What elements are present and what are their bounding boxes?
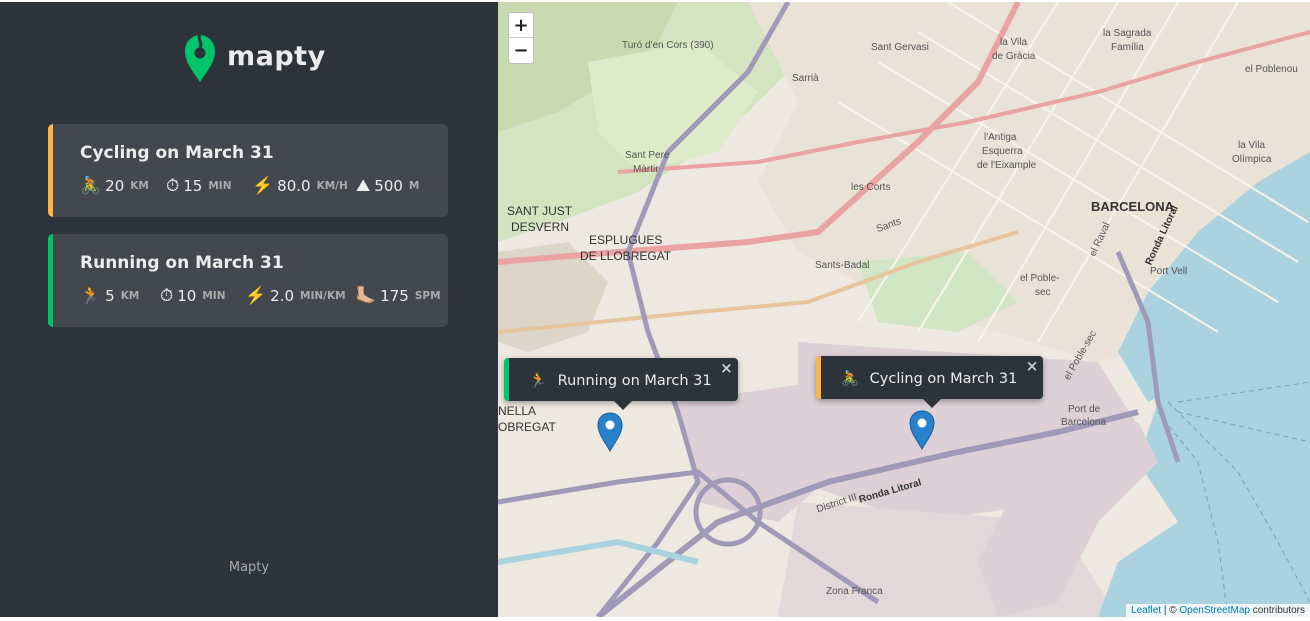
map-label-vila-olimpica: la Vila — [1238, 140, 1266, 151]
map-marker-icon[interactable] — [909, 410, 935, 450]
logo: mapty — [183, 32, 326, 84]
detail-unit: km/h — [316, 180, 348, 192]
map-label-port-vell: Port Vell — [1150, 266, 1188, 277]
map-label-esplugues: ESPLUGUES — [589, 233, 663, 247]
runner-icon: 🏃 — [80, 285, 102, 306]
map-label-familia: Família — [1111, 42, 1144, 53]
map-attribution: Leaflet | © OpenStreetMap contributors — [1126, 604, 1310, 617]
map-label-sarria: Sarrià — [792, 73, 819, 84]
map-label-olimpica: Olímpica — [1232, 154, 1272, 165]
workout-item-running[interactable]: Running on March 31 🏃 5 km ⏱ 10 min ⚡️ — [48, 234, 448, 327]
workout-detail-duration: ⏱ 10 min — [160, 287, 245, 305]
brand-name: mapty — [227, 40, 326, 72]
workout-details: 🏃 5 km ⏱ 10 min ⚡️ 2.0 min/km — [80, 287, 448, 305]
map-label-el-poblenou: el Poblenou — [1245, 64, 1298, 75]
zoom-out-button[interactable]: − — [509, 38, 533, 63]
map-label-sant-pere: Sant Pere — [625, 150, 670, 161]
map-label-port-de: Port de — [1068, 404, 1101, 415]
workout-list: Cycling on March 31 🚴 20 km ⏱ 15 min ⚡️ — [48, 124, 448, 344]
detail-unit: m — [408, 180, 420, 192]
map-pin-logo-icon — [185, 33, 215, 82]
map-label-turo: Turó d'en Cors (390) — [622, 40, 714, 51]
detail-unit: min/km — [300, 290, 346, 302]
workout-details: 🚴 20 km ⏱ 15 min ⚡️ 80.0 km/h — [80, 177, 448, 195]
lightning-icon: ⚡️ — [252, 175, 274, 196]
map[interactable]: BARCELONA SANT JUST DESVERN ESPLUGUES DE… — [498, 2, 1310, 617]
map-label-sant-gervasi: Sant Gervasi — [871, 42, 929, 53]
detail-unit: min — [202, 290, 226, 302]
workout-item-cycling[interactable]: Cycling on March 31 🚴 20 km ⏱ 15 min ⚡️ — [48, 124, 448, 217]
map-marker-icon[interactable] — [597, 412, 623, 452]
footer-text: Mapty — [228, 560, 270, 575]
workout-detail-speed: ⚡️ 80.0 km/h — [252, 177, 356, 195]
map-label-nella: NELLA — [498, 404, 537, 418]
close-icon[interactable]: × — [1026, 359, 1039, 374]
map-label-martir: Màrtir — [633, 164, 659, 175]
popup-running[interactable]: 🏃 Running on March 31 × — [504, 358, 738, 410]
sidebar: mapty Cycling on March 31 🚴 20 km ⏱ 15 m… — [0, 2, 498, 617]
detail-value: 15 — [183, 177, 203, 195]
detail-value: 175 — [380, 287, 409, 305]
map-label-poble-sec: el Poble- — [1020, 273, 1060, 284]
detail-unit: spm — [414, 290, 441, 302]
map-label-de-gracia: de Gràcia — [992, 51, 1036, 62]
workout-detail-distance: 🏃 5 km — [80, 287, 160, 305]
detail-value: 20 — [105, 177, 125, 195]
popup-cycling[interactable]: 🚴 Cycling on March 31 × — [816, 356, 1044, 408]
map-label-zona-franca: Zona Franca — [826, 586, 883, 597]
map-label-les-corts: les Corts — [851, 182, 891, 193]
map-label-sants-badal: Sants-Badal — [815, 260, 870, 271]
detail-value: 80.0 — [277, 177, 311, 195]
detail-unit: km — [120, 290, 140, 302]
map-label-la-vila: la Vila — [1000, 37, 1028, 48]
close-icon[interactable]: × — [720, 361, 733, 376]
lightning-icon: ⚡️ — [245, 285, 267, 306]
foot-icon: 🦶🏼 — [355, 285, 377, 306]
osm-link[interactable]: OpenStreetMap — [1179, 605, 1250, 616]
map-tiles[interactable] — [498, 2, 1310, 617]
map-label-esquerra: Esquerra — [982, 146, 1023, 157]
runner-icon: 🏃 — [529, 373, 548, 389]
detail-value: 500 — [374, 177, 403, 195]
mountain-icon: ⛰ — [356, 175, 371, 196]
workout-detail-elevation: ⛰ 500 m — [356, 177, 419, 195]
attribution-separator: | © — [1161, 605, 1180, 616]
leaflet-link[interactable]: Leaflet — [1131, 605, 1161, 616]
detail-unit: min — [208, 180, 232, 192]
map-label-antiga: l'Antiga — [984, 132, 1017, 143]
cyclist-icon: 🚴 — [80, 175, 102, 196]
zoom-control: + − — [508, 12, 534, 64]
stopwatch-icon: ⏱ — [166, 175, 180, 196]
popup-text: Running on March 31 — [557, 373, 712, 389]
map-label-obregat: OBREGAT — [498, 420, 556, 434]
cyclist-icon: 🚴 — [841, 371, 860, 387]
map-label-la-sagrada: la Sagrada — [1103, 28, 1152, 39]
detail-value: 5 — [105, 287, 115, 305]
map-label-port-barcelona: Barcelona — [1061, 417, 1107, 428]
workout-title: Cycling on March 31 — [80, 143, 274, 163]
workout-title: Running on March 31 — [80, 253, 284, 273]
map-label-sec: sec — [1035, 287, 1051, 298]
zoom-in-button[interactable]: + — [509, 13, 533, 38]
workout-detail-duration: ⏱ 15 min — [166, 177, 252, 195]
attribution-contributors: contributors — [1249, 605, 1305, 616]
map-label-barcelona: BARCELONA — [1091, 199, 1175, 214]
detail-unit: km — [130, 180, 149, 192]
popup-text: Cycling on March 31 — [869, 371, 1018, 387]
detail-value: 10 — [177, 287, 197, 305]
map-label-sant-just: SANT JUST — [507, 204, 573, 218]
map-label-desvern: DESVERN — [511, 220, 570, 234]
app-container: mapty Cycling on March 31 🚴 20 km ⏱ 15 m… — [0, 2, 1310, 617]
detail-value: 2.0 — [270, 287, 295, 305]
map-label-eixample: de l'Eixample — [977, 160, 1037, 171]
workout-detail-cadence: 🦶🏼 175 spm — [355, 287, 441, 305]
workout-detail-distance: 🚴 20 km — [80, 177, 166, 195]
stopwatch-icon: ⏱ — [160, 285, 174, 306]
map-label-de-llobregat: DE LLOBREGAT — [580, 249, 672, 263]
workout-detail-pace: ⚡️ 2.0 min/km — [245, 287, 355, 305]
